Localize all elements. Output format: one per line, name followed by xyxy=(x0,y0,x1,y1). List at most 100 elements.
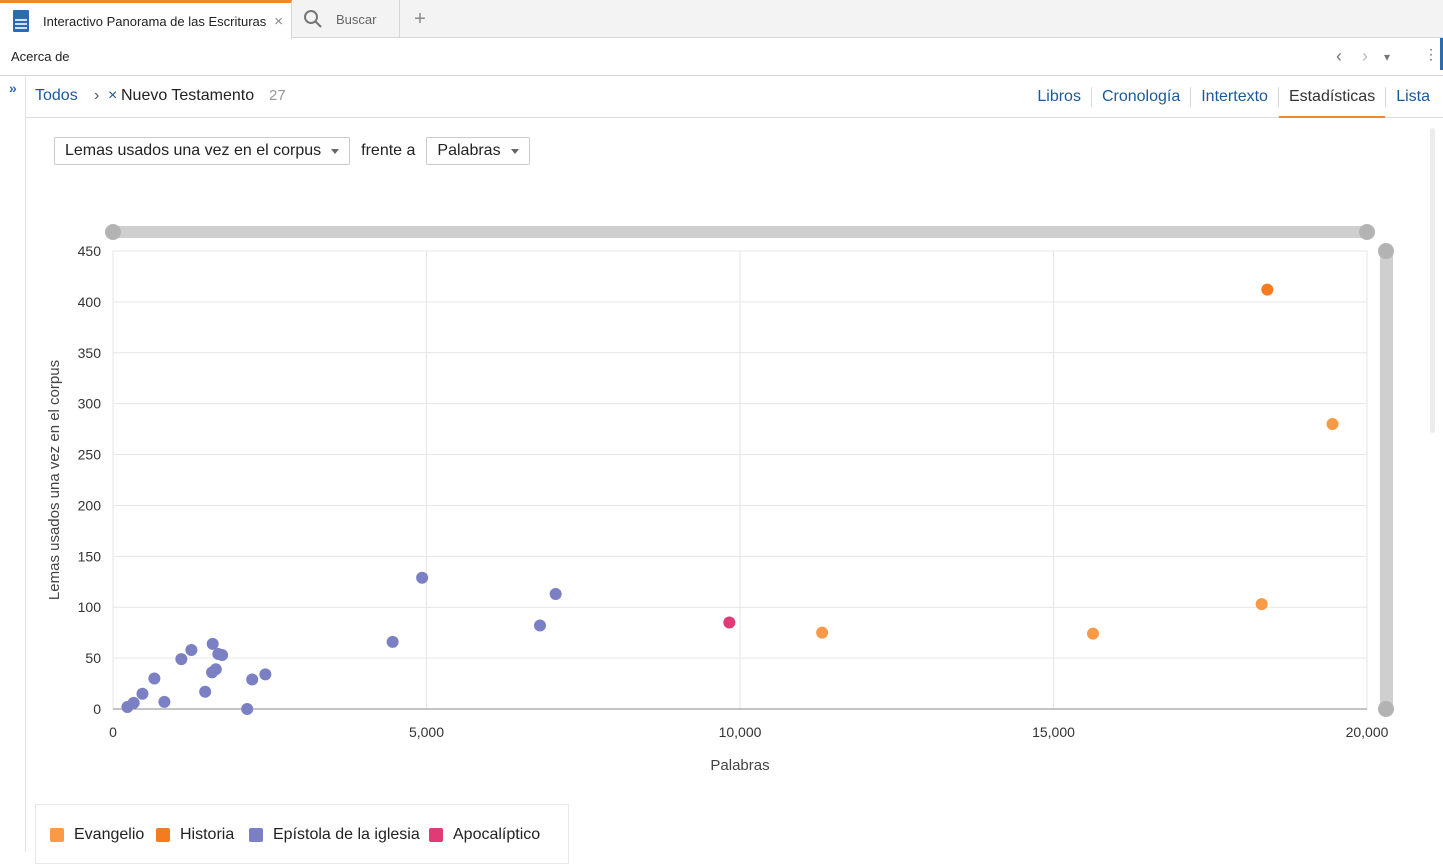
breadcrumb-separator: › xyxy=(94,87,100,104)
data-point[interactable] xyxy=(1326,418,1339,431)
x-tick-label: 5,000 xyxy=(409,724,444,740)
panorama-app-icon xyxy=(13,10,29,32)
chart-points xyxy=(121,283,1339,715)
legend-label: Historia xyxy=(180,826,235,843)
chart-grid xyxy=(112,250,1368,710)
legend-label: Epístola de la iglesia xyxy=(273,826,420,843)
breadcrumb-root[interactable]: Todos xyxy=(35,87,78,105)
expand-sidebar-icon[interactable]: » xyxy=(9,80,17,96)
x-metric-value: Palabras xyxy=(437,142,501,159)
x-range-handle-left[interactable] xyxy=(105,224,121,240)
y-axis-label: Lemas usados una vez en el corpus xyxy=(46,360,63,600)
tab-estadisticas[interactable]: Estadísticas xyxy=(1277,87,1386,118)
scatter-chart: 0 5,000 10,000 15,000 20,000 0 50 100 150 200 250 3… xyxy=(46,224,1394,774)
data-point[interactable] xyxy=(158,695,171,708)
vertical-scrollbar[interactable] xyxy=(1430,128,1435,433)
data-point[interactable] xyxy=(246,673,259,686)
data-point[interactable] xyxy=(209,663,222,676)
data-point[interactable] xyxy=(533,619,546,632)
data-point[interactable] xyxy=(121,700,134,713)
forward-arrow-icon[interactable]: › xyxy=(1362,46,1368,67)
legend-label: Apocalíptico xyxy=(453,826,541,843)
tab-cronologia[interactable]: Cronología xyxy=(1090,87,1190,107)
close-tab-icon[interactable]: × xyxy=(274,13,283,30)
chart-legend: Evangelio Historia Epístola de la iglesi… xyxy=(35,804,569,864)
tab-title: Interactivo Panorama de las Escrituras xyxy=(43,13,267,29)
tab-lista[interactable]: Lista xyxy=(1385,87,1440,107)
remove-filter-icon[interactable]: × xyxy=(108,87,117,105)
x-range-handle-right[interactable] xyxy=(1359,224,1375,240)
data-point[interactable] xyxy=(212,648,225,661)
new-tab-button[interactable]: + xyxy=(408,0,432,38)
data-point[interactable] xyxy=(216,649,229,662)
data-point[interactable] xyxy=(549,587,562,600)
x-metric-dropdown[interactable]: Palabras xyxy=(426,137,530,165)
sidebar-gutter: » xyxy=(0,76,26,852)
legend-swatch xyxy=(429,828,443,842)
y-tick-label: 0 xyxy=(93,701,101,717)
legend-item-epistola[interactable]: Epístola de la iglesia xyxy=(249,826,420,844)
content-header: Todos › × Nuevo Testamento 27 Libros Cro… xyxy=(25,76,1443,118)
chart-axes: 0 5,000 10,000 15,000 20,000 0 50 100 150 200 250 3… xyxy=(78,243,1389,740)
panel-menu-icon[interactable]: ⋮ xyxy=(1424,46,1438,63)
tab-intertexto[interactable]: Intertexto xyxy=(1190,87,1278,107)
legend-item-historia[interactable]: Historia xyxy=(156,826,234,844)
view-tabs: Libros Cronología Intertexto Estadística… xyxy=(1027,76,1440,118)
data-point[interactable] xyxy=(185,643,198,656)
legend-label: Evangelio xyxy=(74,826,145,843)
tab-bar: Interactivo Panorama de las Escrituras ×… xyxy=(0,0,1443,39)
data-point[interactable] xyxy=(148,672,161,685)
data-point[interactable] xyxy=(175,653,188,666)
data-point[interactable] xyxy=(241,703,254,715)
data-point[interactable] xyxy=(199,685,212,698)
x-range-slider-track[interactable] xyxy=(113,226,1368,238)
x-tick-label: 15,000 xyxy=(1032,724,1075,740)
legend-swatch xyxy=(249,828,263,842)
legend-swatch xyxy=(50,828,64,842)
y-tick-label: 450 xyxy=(78,243,102,259)
data-point[interactable] xyxy=(416,571,429,584)
y-range-slider-track[interactable] xyxy=(1380,251,1393,709)
data-point[interactable] xyxy=(1087,627,1100,640)
y-tick-label: 200 xyxy=(78,497,102,513)
data-point[interactable] xyxy=(206,637,219,650)
tab-interactive-panorama[interactable]: Interactivo Panorama de las Escrituras × xyxy=(0,0,292,39)
tab-libros[interactable]: Libros xyxy=(1027,87,1091,107)
breadcrumb-current: Nuevo Testamento xyxy=(121,87,255,104)
data-point[interactable] xyxy=(127,696,140,709)
metric-controls: Lemas usados una vez en el corpus frente… xyxy=(54,137,530,165)
x-tick-label: 0 xyxy=(109,724,117,740)
chevron-down-icon xyxy=(510,148,519,154)
y-tick-label: 300 xyxy=(78,396,102,412)
plot-area xyxy=(112,250,1368,710)
data-point[interactable] xyxy=(816,626,829,639)
legend-item-apocaliptico[interactable]: Apocalíptico xyxy=(429,826,540,844)
legend-item-evangelio[interactable]: Evangelio xyxy=(50,826,144,844)
tab-search[interactable]: Buscar xyxy=(292,0,400,38)
y-metric-dropdown[interactable]: Lemas usados una vez en el corpus xyxy=(54,137,351,165)
data-point[interactable] xyxy=(1255,598,1268,611)
panel-toolbar: Acerca de ‹ › ▾ ⋮ xyxy=(0,38,1443,76)
y-range-handle-bottom[interactable] xyxy=(1378,701,1394,717)
data-point[interactable] xyxy=(386,635,399,648)
y-tick-label: 100 xyxy=(78,599,102,615)
x-tick-label: 10,000 xyxy=(719,724,762,740)
y-range-handle-top[interactable] xyxy=(1378,243,1394,259)
history-dropdown-icon[interactable]: ▾ xyxy=(1384,50,1390,64)
y-tick-label: 350 xyxy=(78,345,102,361)
x-axis-label: Palabras xyxy=(710,757,769,774)
data-point[interactable] xyxy=(136,687,149,700)
versus-label: frente a xyxy=(361,142,416,159)
chevron-down-icon xyxy=(331,148,340,154)
y-metric-value: Lemas usados una vez en el corpus xyxy=(65,142,322,159)
data-point[interactable] xyxy=(1261,283,1274,296)
data-point[interactable] xyxy=(723,616,736,629)
search-icon xyxy=(304,10,322,28)
data-point[interactable] xyxy=(259,668,272,681)
result-count: 27 xyxy=(269,87,286,104)
y-tick-label: 150 xyxy=(78,548,102,564)
y-tick-label: 250 xyxy=(78,447,102,463)
about-link[interactable]: Acerca de xyxy=(11,49,70,64)
back-arrow-icon[interactable]: ‹ xyxy=(1336,46,1342,67)
data-point[interactable] xyxy=(206,666,219,679)
